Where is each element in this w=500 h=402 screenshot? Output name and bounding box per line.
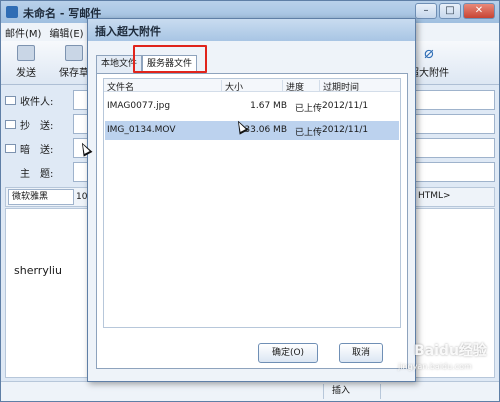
window-controls: – □ ✕ <box>413 3 495 19</box>
save-label: 保存草 <box>59 68 89 79</box>
menu-edit[interactable]: 编辑(E) <box>49 25 83 40</box>
tab-local-files[interactable]: 本地文件 <box>96 55 143 73</box>
send-label: 发送 <box>16 68 36 79</box>
signature-text: sherryliu <box>14 264 62 277</box>
send-icon <box>17 45 35 61</box>
send-button[interactable]: 发送 <box>3 45 49 79</box>
column-header-progress[interactable]: 进度 <box>282 80 304 93</box>
minimize-button[interactable]: – <box>415 3 437 19</box>
address-book-icon[interactable] <box>5 143 16 153</box>
cc-label: 抄 送: <box>20 120 54 132</box>
tab-server-files[interactable]: 服务器文件 <box>142 55 198 74</box>
mail-app-icon <box>6 6 18 18</box>
close-button[interactable]: ✕ <box>463 3 495 19</box>
server-files-panel: 文件名 大小 进度 过期时间 IMAG0077.jpg 1.67 MB 已上传 … <box>96 73 408 369</box>
file-progress: 已上传 <box>295 104 323 114</box>
font-family-select[interactable]: 微软雅黑 <box>8 189 74 205</box>
maximize-button[interactable]: □ <box>439 3 461 19</box>
cancel-button[interactable]: 取消 <box>339 343 383 363</box>
subject-label: 主 题: <box>20 168 54 180</box>
ok-button[interactable]: 确定(O) <box>258 343 318 363</box>
file-expires: 2012/11/1 <box>322 101 369 111</box>
menu-mail[interactable]: 邮件(M) <box>5 25 41 40</box>
file-row[interactable]: IMAG0077.jpg 1.67 MB 已上传 2012/11/1 <box>105 97 399 116</box>
file-progress: 已上传 <box>295 128 323 138</box>
status-bar: 插入 <box>1 381 499 401</box>
file-expires: 2012/11/1 <box>322 125 369 135</box>
file-name: IMG_0134.MOV <box>107 125 176 135</box>
insert-attachment-dialog: 插入超大附件 本地文件 服务器文件 文件名 大小 进度 过期时间 IMAG007… <box>87 18 416 382</box>
save-icon <box>65 45 83 61</box>
file-name: IMAG0077.jpg <box>107 101 171 111</box>
bcc-label: 暗 送: <box>20 144 54 156</box>
file-row-selected[interactable]: IMG_0134.MOV 33.06 MB 已上传 2012/11/1 <box>105 121 399 140</box>
file-list: 文件名 大小 进度 过期时间 IMAG0077.jpg 1.67 MB 已上传 … <box>103 78 401 328</box>
html-toggle[interactable]: HTML> <box>418 191 451 201</box>
column-header-expires[interactable]: 过期时间 <box>319 80 359 93</box>
file-list-header: 文件名 大小 进度 过期时间 <box>104 79 400 93</box>
column-header-size[interactable]: 大小 <box>221 80 243 93</box>
address-book-icon[interactable] <box>5 119 16 129</box>
dialog-titlebar: 插入超大附件 <box>88 19 415 41</box>
paperclip-icon: ⌀ <box>424 43 434 62</box>
dialog-title: 插入超大附件 <box>95 25 161 38</box>
insert-mode-status: 插入 <box>323 384 381 399</box>
file-size: 1.67 MB <box>250 101 287 111</box>
address-book-icon[interactable] <box>5 95 16 105</box>
to-label: 收件人: <box>20 96 54 108</box>
column-header-name[interactable]: 文件名 <box>104 80 134 93</box>
